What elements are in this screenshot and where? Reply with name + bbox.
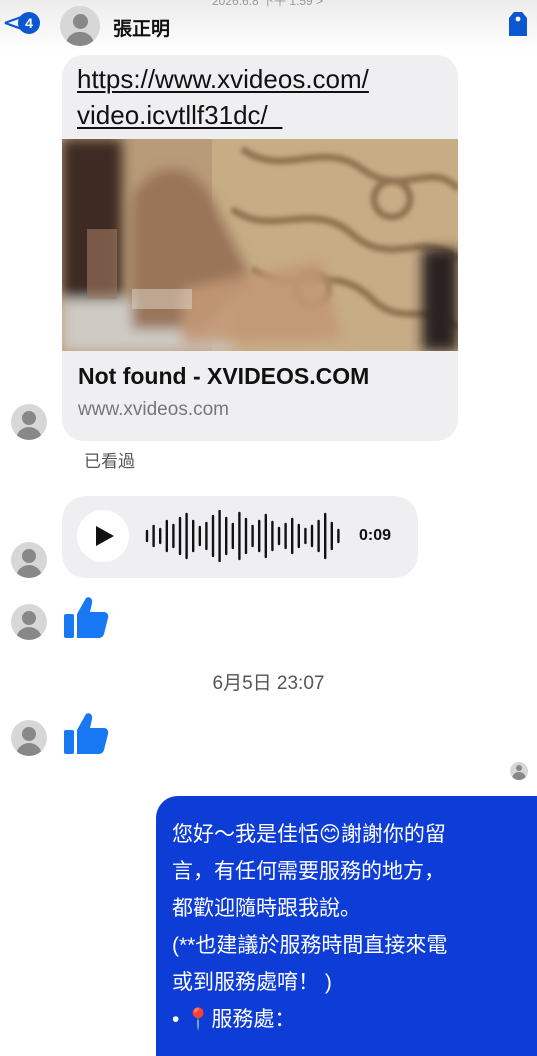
thumbs-up-icon[interactable] bbox=[62, 710, 110, 758]
audio-waveform[interactable] bbox=[144, 510, 344, 562]
contact-name[interactable]: 張正明 bbox=[113, 14, 170, 41]
sender-avatar[interactable] bbox=[11, 604, 47, 640]
sender-avatar[interactable] bbox=[11, 542, 47, 578]
play-button[interactable] bbox=[77, 510, 129, 562]
thumbs-up-icon[interactable] bbox=[62, 594, 110, 642]
link-preview-title: Not found - XVIDEOS.COM bbox=[78, 363, 370, 389]
link-preview-image[interactable] bbox=[62, 139, 458, 351]
message-timestamp: 6月5日 23:07 bbox=[212, 673, 325, 694]
outgoing-message-text: 您好～我是佳恬😊謝謝你的留 言，有任何需要服務的地方， 都歡迎隨時跟我說。 (*… bbox=[172, 823, 448, 1031]
chat-header: < 4 張正明 2026.6.8 下午 1:59 > bbox=[0, 0, 537, 52]
message-link[interactable]: https://www.xvideos.com/ video.icvtllf31… bbox=[77, 61, 447, 133]
play-icon bbox=[96, 526, 114, 546]
voice-duration: 0:09 bbox=[359, 527, 392, 544]
read-receipt-avatar bbox=[510, 762, 528, 780]
outgoing-message[interactable]: 您好～我是佳恬😊謝謝你的留 言，有任何需要服務的地方， 都歡迎隨時跟我說。 (*… bbox=[156, 796, 537, 1056]
contact-avatar[interactable] bbox=[60, 6, 100, 46]
back-button[interactable]: < 4 bbox=[2, 10, 42, 38]
status-time: 2026.6.8 下午 1:59 > bbox=[212, 0, 324, 8]
link-preview-message[interactable]: https://www.xvideos.com/ video.icvtllf31… bbox=[62, 55, 458, 441]
sender-avatar[interactable] bbox=[11, 720, 47, 756]
unread-count-badge: 4 bbox=[18, 12, 40, 34]
sender-avatar[interactable] bbox=[11, 404, 47, 440]
tag-icon bbox=[509, 12, 527, 36]
voice-message[interactable]: 0:09 bbox=[62, 496, 418, 578]
tag-button[interactable] bbox=[505, 10, 531, 38]
link-preview-domain: www.xvideos.com bbox=[78, 399, 229, 420]
seen-label: 已看過 bbox=[84, 452, 135, 471]
